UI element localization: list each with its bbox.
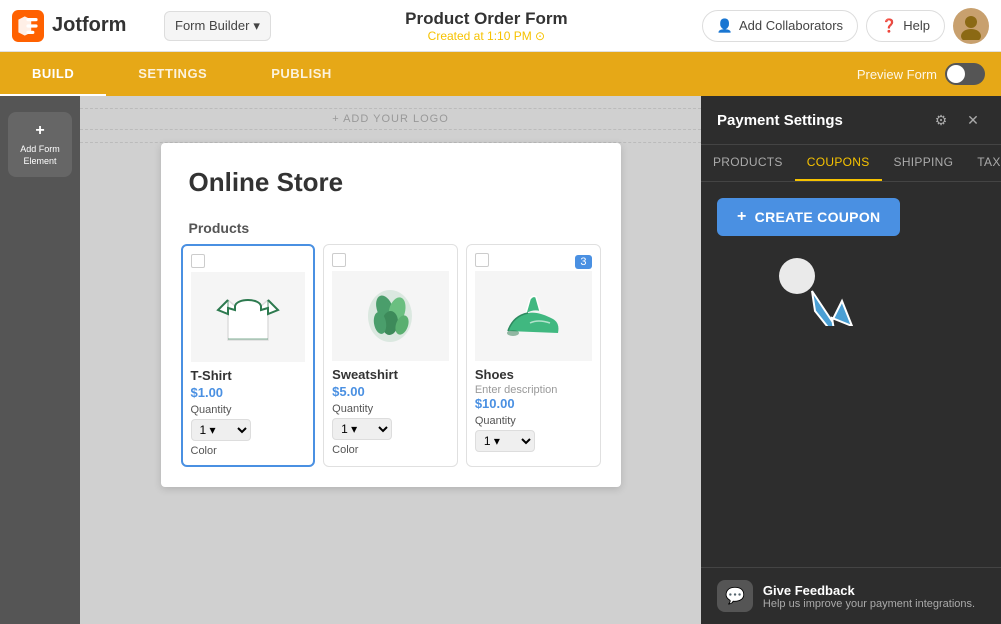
panel-tabs: PRODUCTS COUPONS SHIPPING TAX INVOICE	[701, 145, 1001, 182]
preview-area: Preview Form	[857, 63, 1001, 85]
gear-icon[interactable]: ⚙	[929, 108, 953, 132]
form-name: Product Order Form	[283, 9, 690, 29]
qty-label-shoes: Quantity	[475, 415, 592, 427]
preview-toggle[interactable]	[945, 63, 985, 85]
product-desc-shoes: Enter description	[475, 384, 592, 396]
feedback-bar[interactable]: 💬 Give Feedback Help us improve your pay…	[701, 567, 1001, 624]
color-label-sweatshirt: Color	[332, 444, 449, 456]
products-grid: T-Shirt $1.00 Quantity 1 ▾ Color	[181, 244, 601, 467]
chevron-down-icon: ▾	[253, 18, 260, 34]
form-title: Online Store	[189, 167, 593, 198]
color-label-tshirt: Color	[191, 445, 306, 457]
panel-header: Payment Settings ⚙ ✕	[701, 96, 1001, 145]
logo-text: Jotform	[52, 14, 126, 37]
nav-bar: BUILD SETTINGS PUBLISH Preview Form	[0, 52, 1001, 96]
add-collaborators-label: Add Collaborators	[739, 18, 843, 33]
jotform-logo-icon	[12, 10, 44, 42]
product-name-sweatshirt: Sweatshirt	[332, 367, 449, 382]
product-name-shoes: Shoes	[475, 367, 592, 382]
feedback-subtitle: Help us improve your payment integration…	[763, 598, 975, 610]
tab-publish[interactable]: PUBLISH	[239, 52, 364, 96]
add-form-element-label: Add Form Element	[16, 144, 64, 167]
preview-label: Preview Form	[857, 67, 937, 82]
qty-select-shoes[interactable]: 1 ▾	[475, 430, 535, 452]
main-content: + Add Form Element + ADD YOUR LOGO Onlin…	[0, 96, 1001, 624]
feedback-text: Give Feedback Help us improve your payme…	[763, 583, 975, 610]
tab-settings[interactable]: SETTINGS	[106, 52, 239, 96]
product-price-sweatshirt: $5.00	[332, 384, 449, 399]
tshirt-svg	[213, 282, 283, 352]
product-checkbox-sweatshirt[interactable]	[332, 253, 346, 267]
qty-select-sweatshirt[interactable]: 1 ▾	[332, 418, 392, 440]
help-button[interactable]: ❓ Help	[866, 10, 945, 42]
tab-tax[interactable]: TAX	[965, 145, 1001, 181]
panel-content: + CREATE COUPON	[701, 182, 1001, 567]
product-checkbox-tshirt[interactable]	[191, 254, 205, 268]
shoe-svg	[498, 281, 568, 351]
create-coupon-button[interactable]: + CREATE COUPON	[717, 198, 900, 236]
product-price-tshirt: $1.00	[191, 385, 306, 400]
panel-header-actions: ⚙ ✕	[929, 108, 985, 132]
product-image-sweatshirt	[332, 271, 449, 361]
created-info: Created at 1:10 PM ⊙	[283, 29, 690, 43]
user-icon: 👤	[717, 18, 733, 34]
product-image-shoes	[475, 271, 592, 361]
add-collaborators-button[interactable]: 👤 Add Collaborators	[702, 10, 858, 42]
left-sidebar: + Add Form Element	[0, 96, 80, 624]
tab-coupons[interactable]: COUPONS	[795, 145, 882, 181]
help-label: Help	[903, 18, 930, 33]
panel-title: Payment Settings	[717, 112, 843, 129]
product-price-shoes: $10.00	[475, 396, 592, 411]
products-section: Products	[161, 210, 621, 487]
product-badge-shoes: 3	[575, 255, 591, 269]
logo-area: Jotform	[12, 10, 152, 42]
tab-build[interactable]: BUILD	[0, 52, 106, 96]
create-coupon-plus-icon: +	[737, 208, 747, 226]
payment-panel: Payment Settings ⚙ ✕ PRODUCTS COUPONS SH…	[701, 96, 1001, 624]
feedback-title: Give Feedback	[763, 583, 975, 598]
tab-products[interactable]: PRODUCTS	[701, 145, 795, 181]
form-builder-label: Form Builder	[175, 18, 249, 33]
product-checkbox-shoes[interactable]	[475, 253, 489, 267]
close-icon[interactable]: ✕	[961, 108, 985, 132]
products-label: Products	[181, 210, 601, 244]
product-card-tshirt: T-Shirt $1.00 Quantity 1 ▾ Color	[181, 244, 316, 467]
add-logo-label: + ADD YOUR LOGO	[80, 108, 701, 130]
top-bar: Jotform Form Builder ▾ Product Order For…	[0, 0, 1001, 52]
avatar-image	[957, 12, 985, 40]
avatar[interactable]	[953, 8, 989, 44]
qty-label-sweatshirt: Quantity	[332, 403, 449, 415]
form-builder-button[interactable]: Form Builder ▾	[164, 11, 271, 41]
create-coupon-label: CREATE COUPON	[755, 209, 881, 225]
product-name-tshirt: T-Shirt	[191, 368, 306, 383]
toggle-knob	[947, 65, 965, 83]
feedback-chat-icon: 💬	[717, 580, 753, 612]
qty-label-tshirt: Quantity	[191, 404, 306, 416]
product-card-sweatshirt: Sweatshirt $5.00 Quantity 1 ▾ Color	[323, 244, 458, 467]
cursor-indicator-area	[717, 256, 985, 336]
add-logo-bar[interactable]: + ADD YOUR LOGO	[80, 96, 701, 143]
question-icon: ❓	[881, 18, 897, 34]
nav-tabs: BUILD SETTINGS PUBLISH	[0, 52, 857, 96]
product-image-tshirt	[191, 272, 306, 362]
form-header: Online Store	[161, 143, 621, 210]
add-form-element-button[interactable]: + Add Form Element	[8, 112, 72, 177]
form-canvas: + ADD YOUR LOGO Online Store Products	[80, 96, 701, 624]
qty-select-tshirt[interactable]: 1 ▾	[191, 419, 251, 441]
sweatshirt-svg	[355, 281, 425, 351]
cursor-arrow-icon	[777, 256, 857, 326]
plus-icon: +	[35, 122, 44, 140]
right-actions: 👤 Add Collaborators ❓ Help	[702, 8, 989, 44]
center-title: Product Order Form Created at 1:10 PM ⊙	[283, 9, 690, 43]
product-card-shoes: 3 Shoes	[466, 244, 601, 467]
tab-shipping[interactable]: SHIPPING	[882, 145, 966, 181]
form-body: Online Store Products	[161, 143, 621, 487]
